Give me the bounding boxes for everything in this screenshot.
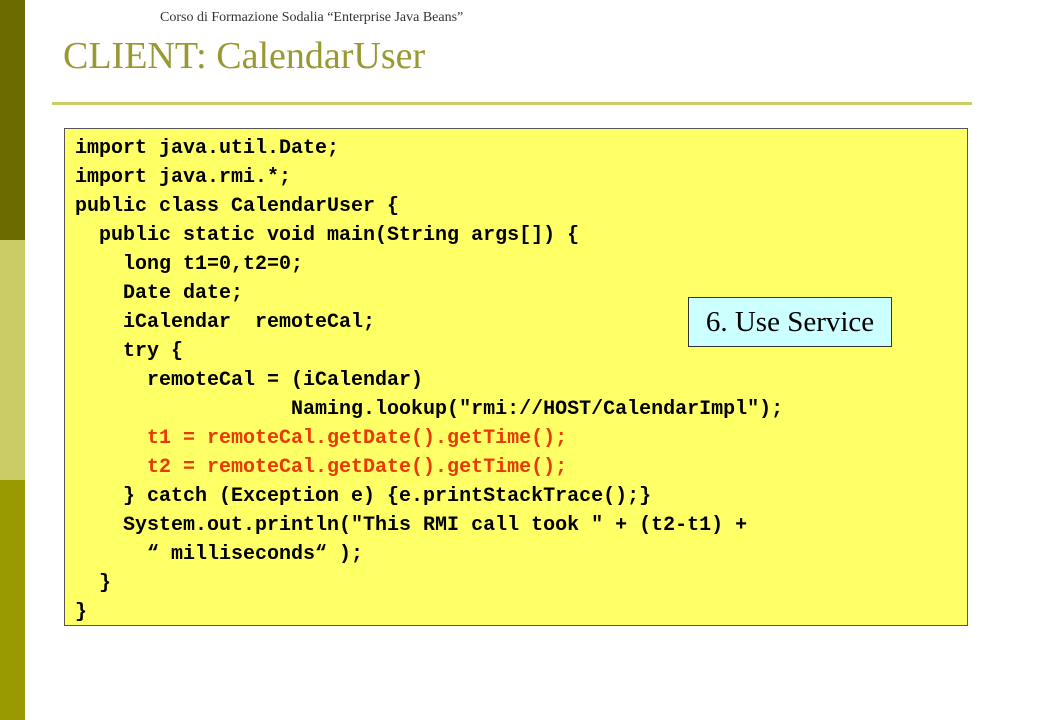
code-line: “ milliseconds“ ); <box>75 543 364 566</box>
code-line: long t1=0,t2=0; <box>75 253 304 276</box>
sidebar-band-top <box>0 0 25 240</box>
code-line: remoteCal = (iCalendar) <box>75 369 424 392</box>
sidebar-band-bottom <box>0 480 25 720</box>
course-header: Corso di Formazione Sodalia “Enterprise … <box>160 10 464 25</box>
title-divider <box>52 102 972 105</box>
code-line-highlighted: t1 = remoteCal.getDate().getTime(); <box>75 427 568 450</box>
code-line: } catch (Exception e) {e.printStackTrace… <box>75 485 652 508</box>
code-line: } <box>75 601 88 624</box>
code-line: System.out.println("This RMI call took "… <box>75 514 748 537</box>
sidebar-band-middle <box>0 240 25 480</box>
code-line: public class CalendarUser { <box>75 195 400 218</box>
code-line-highlighted: t2 = remoteCal.getDate().getTime(); <box>75 456 568 479</box>
code-line: public static void main(String args[]) { <box>75 224 580 247</box>
code-line: import java.rmi.*; <box>75 166 292 189</box>
code-block: import java.util.Date; import java.rmi.*… <box>64 128 968 626</box>
slide-title: CLIENT: CalendarUser <box>63 35 426 77</box>
code-line: Naming.lookup("rmi://HOST/CalendarImpl")… <box>75 398 784 421</box>
use-service-callout: 6. Use Service <box>688 297 892 347</box>
code-line: import java.util.Date; <box>75 137 340 160</box>
code-line: } <box>75 572 112 595</box>
